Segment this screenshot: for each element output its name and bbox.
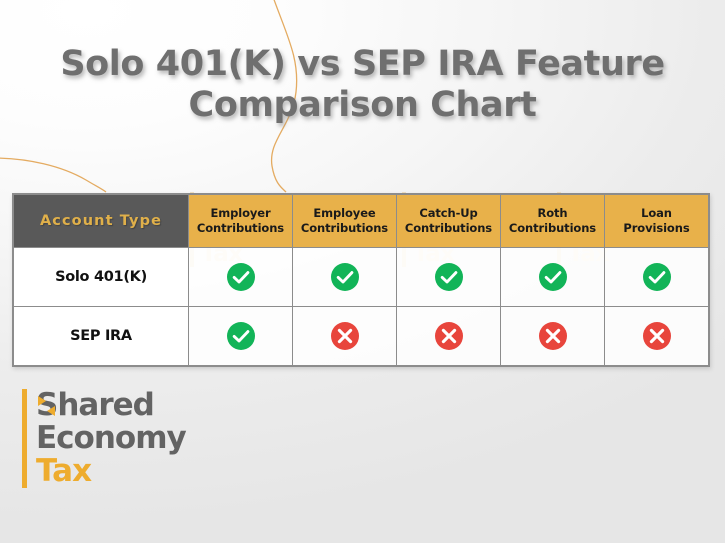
check-circle-icon xyxy=(226,321,256,351)
cross-circle-icon xyxy=(330,321,360,351)
page-title-line-1: Solo 401(K) vs SEP IRA Feature xyxy=(60,44,665,84)
row-label-account-type: Solo 401(K) xyxy=(13,247,189,307)
table-cell-supported xyxy=(396,247,501,307)
column-header-line-1: Catch-Up xyxy=(419,206,478,220)
column-header-line-2: Contributions xyxy=(196,221,285,235)
table-cell-not-supported xyxy=(396,306,501,366)
table-header: Account Type Employer Contributions Empl… xyxy=(13,194,709,248)
column-header-line-2: Contributions xyxy=(508,221,597,235)
page-title-line-2: Comparison Chart xyxy=(188,85,537,126)
slide-canvas: Solo 401(K) vs SEP IRA Feature Compariso… xyxy=(0,0,725,543)
table-cell-not-supported xyxy=(604,306,709,366)
comparison-table: Account Type Employer Contributions Empl… xyxy=(13,194,709,366)
logo-line-2: Economy xyxy=(36,420,187,456)
curve-left xyxy=(0,157,107,193)
check-circle-icon xyxy=(330,262,360,292)
check-circle-icon xyxy=(642,262,672,292)
table-row: Solo 401(K) xyxy=(13,247,709,307)
check-circle-icon xyxy=(434,262,464,292)
column-header-account-type: Account Type xyxy=(13,194,189,248)
brand-logo: Shared Economy Tax xyxy=(22,389,187,489)
logo-line-3: Tax xyxy=(36,453,92,489)
column-header-employer-contributions: Employer Contributions xyxy=(188,194,293,248)
page-title: Solo 401(K) vs SEP IRA Feature Compariso… xyxy=(0,44,725,127)
check-circle-icon xyxy=(226,262,256,292)
table-cell-not-supported xyxy=(500,306,605,366)
column-header-line-2: Contributions xyxy=(300,221,389,235)
table-header-row: Account Type Employer Contributions Empl… xyxy=(13,194,709,248)
column-header-employee-contributions: Employee Contributions xyxy=(292,194,397,248)
column-header-line-1: Employer xyxy=(210,206,271,220)
table-cell-supported xyxy=(188,306,293,366)
cross-circle-icon xyxy=(538,321,568,351)
column-header-catch-up-contributions: Catch-Up Contributions xyxy=(396,194,501,248)
column-header-line-2: Contributions xyxy=(404,221,493,235)
cross-circle-icon xyxy=(642,321,672,351)
logo-line-1-text: Shared xyxy=(36,387,155,423)
cross-circle-icon xyxy=(434,321,464,351)
comparison-table-container: Account Type Employer Contributions Empl… xyxy=(12,193,710,367)
table-cell-not-supported xyxy=(292,306,397,366)
table-cell-supported xyxy=(188,247,293,307)
column-header-line-1: Loan xyxy=(641,206,672,220)
table-cell-supported xyxy=(500,247,605,307)
table-cell-supported xyxy=(604,247,709,307)
logo-line-1: Shared xyxy=(36,389,186,422)
logo-wordmark: Shared Economy Tax xyxy=(36,389,187,489)
table-body: Solo 401(K) SEP IRA xyxy=(13,247,709,366)
column-header-line-2: Provisions xyxy=(623,221,690,235)
column-header-roth-contributions: Roth Contributions xyxy=(500,194,605,248)
column-header-loan-provisions: Loan Provisions xyxy=(604,194,709,248)
column-header-line-1: Roth xyxy=(537,206,568,220)
dollar-accent-icon xyxy=(47,406,55,416)
table-cell-supported xyxy=(292,247,397,307)
column-header-line-1: Employee xyxy=(313,206,376,220)
table-row: SEP IRA xyxy=(13,306,709,366)
dollar-accent-icon xyxy=(38,396,46,406)
check-circle-icon xyxy=(538,262,568,292)
row-label-account-type: SEP IRA xyxy=(13,306,189,366)
logo-accent-bar xyxy=(22,389,27,488)
column-header-label: Account Type xyxy=(39,213,163,229)
